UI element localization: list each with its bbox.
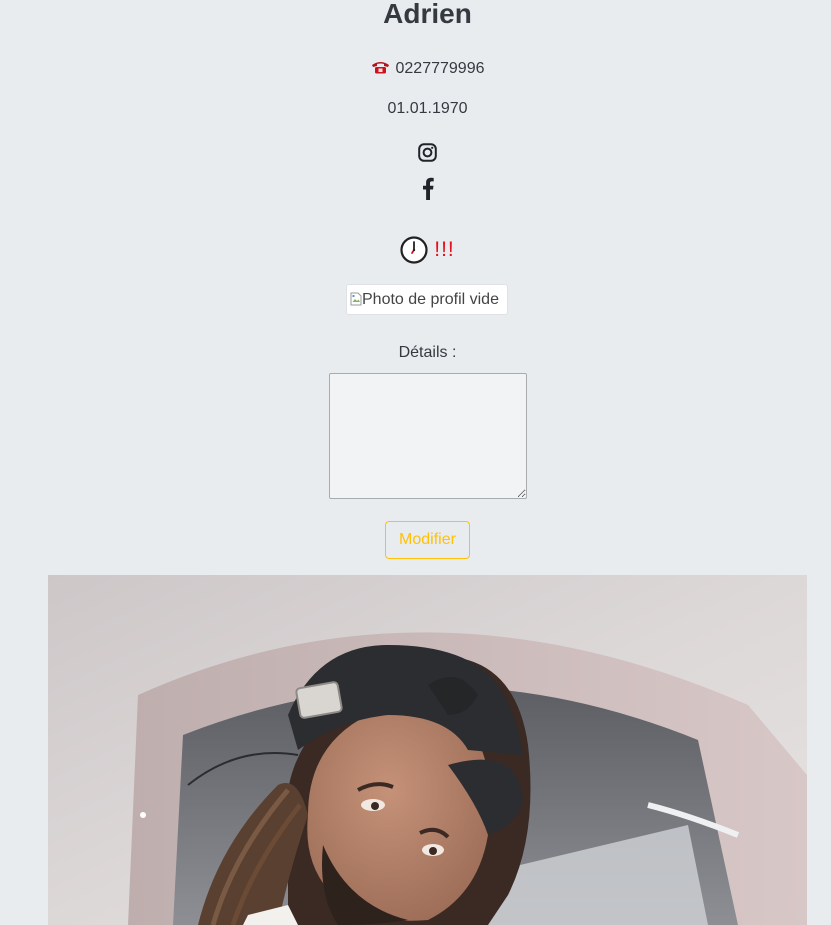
phone-number: 0227779996: [395, 60, 485, 77]
user-photo: [48, 575, 807, 925]
telephone-icon: [371, 62, 389, 74]
profile-photo-alt-text: Photo de profil vide: [362, 291, 499, 308]
phone-row: 0227779996: [0, 58, 831, 80]
modify-button[interactable]: Modifier: [385, 521, 470, 559]
clock-icon: [400, 236, 428, 264]
instagram-row: [0, 143, 831, 167]
birth-date: 01.01.1970: [387, 100, 468, 117]
facebook-icon: [422, 177, 434, 200]
user-photo-image: [48, 575, 807, 925]
reminder-row: !!!: [0, 236, 831, 264]
instagram-link[interactable]: [418, 143, 437, 167]
profile-name: Adrien: [383, 0, 472, 29]
facebook-row: [0, 177, 831, 205]
details-textarea[interactable]: [329, 373, 527, 499]
profile-photo-placeholder: Photo de profil vide: [346, 284, 508, 315]
details-label: Détails :: [398, 344, 457, 361]
alert-marker: !!!: [434, 238, 455, 261]
facebook-link[interactable]: [422, 177, 434, 205]
instagram-icon: [418, 143, 437, 162]
broken-image-icon: [350, 292, 362, 306]
profile-page: Adrien 0227779996 01.01.1970 !!! Photo d…: [0, 0, 831, 925]
